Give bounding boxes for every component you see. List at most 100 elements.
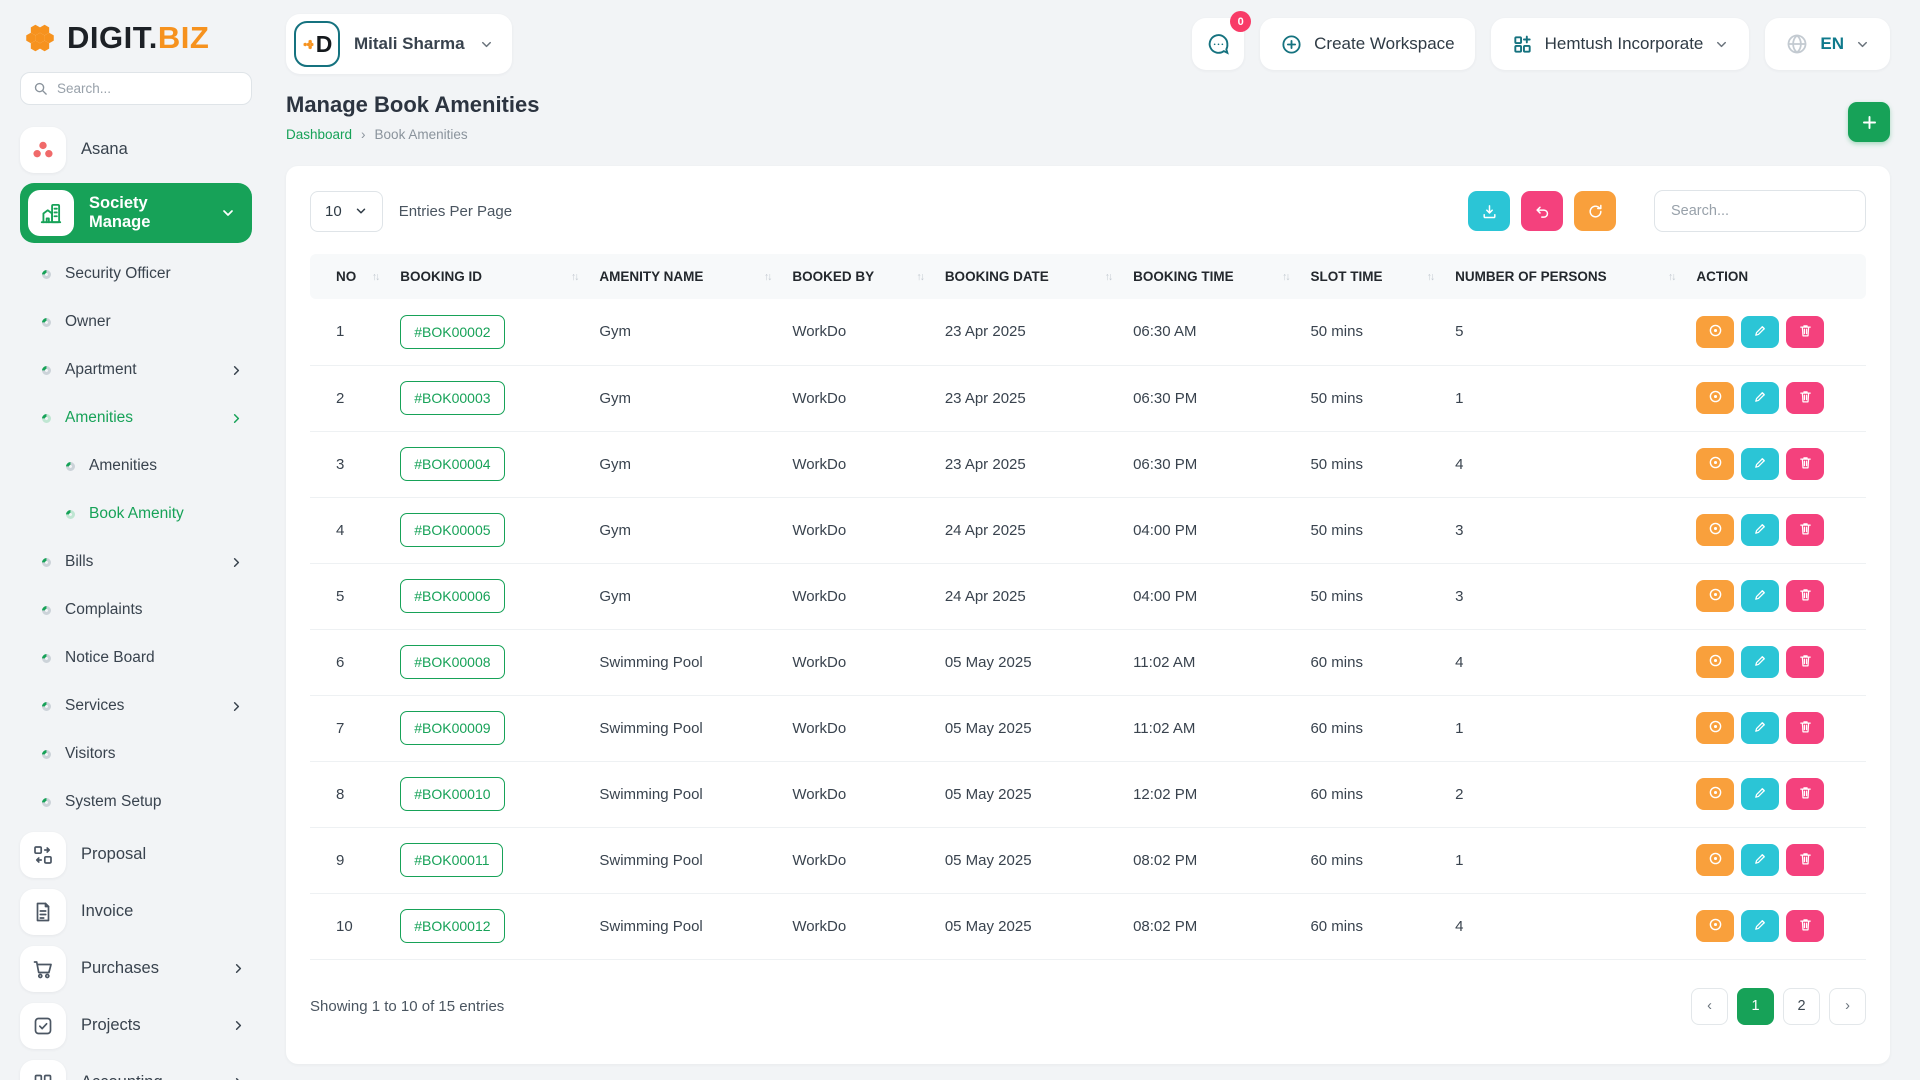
sidebar-item-bills[interactable]: Bills bbox=[20, 538, 252, 586]
delete-button[interactable] bbox=[1786, 514, 1824, 546]
sidebar-item-notice-board[interactable]: Notice Board bbox=[20, 634, 252, 682]
view-button[interactable] bbox=[1696, 382, 1734, 414]
view-button[interactable] bbox=[1696, 316, 1734, 348]
sidebar-item-services[interactable]: Services bbox=[20, 682, 252, 730]
sort-icon[interactable]: ↑↓ bbox=[1668, 271, 1675, 283]
sidebar-item-book-amenity[interactable]: Book Amenity bbox=[20, 490, 252, 538]
sidebar-search-input[interactable] bbox=[57, 81, 239, 96]
delete-button[interactable] bbox=[1786, 580, 1824, 612]
sort-icon[interactable]: ↑↓ bbox=[1282, 271, 1289, 283]
sort-icon[interactable]: ↑↓ bbox=[372, 271, 379, 283]
view-button[interactable] bbox=[1696, 778, 1734, 810]
sidebar-group-society-manage[interactable]: Society Manage bbox=[20, 183, 252, 243]
booking-id-badge: #BOK00004 bbox=[400, 447, 504, 481]
table-row: 8 #BOK00010 Swimming Pool WorkDo 05 May … bbox=[310, 761, 1866, 827]
entries-per-page-label: Entries Per Page bbox=[399, 203, 512, 220]
column-header-booked-by[interactable]: BOOKED BY↑↓ bbox=[792, 254, 944, 299]
export-button[interactable] bbox=[1468, 191, 1510, 231]
app-logo[interactable]: DIGIT.BIZ bbox=[20, 16, 252, 70]
avatar: D bbox=[294, 21, 340, 67]
sort-icon[interactable]: ↑↓ bbox=[764, 271, 771, 283]
pagination-prev-button[interactable]: ‹ bbox=[1691, 988, 1728, 1025]
delete-button[interactable] bbox=[1786, 448, 1824, 480]
pagination-page-1[interactable]: 1 bbox=[1737, 988, 1774, 1025]
plus-icon bbox=[1860, 113, 1879, 132]
delete-button[interactable] bbox=[1786, 910, 1824, 942]
sidebar-item-purchases[interactable]: Purchases bbox=[20, 940, 252, 997]
edit-button[interactable] bbox=[1741, 844, 1779, 876]
sidebar-item-accounting[interactable]: Accounting bbox=[20, 1054, 252, 1080]
entries-per-page-select[interactable]: 10 bbox=[310, 191, 383, 232]
table-search-input[interactable] bbox=[1654, 190, 1866, 232]
messages-button[interactable]: 0 bbox=[1192, 18, 1244, 70]
pagination-page-2[interactable]: 2 bbox=[1783, 988, 1820, 1025]
pencil-icon bbox=[1753, 851, 1768, 869]
column-header-amenity-name[interactable]: AMENITY NAME↑↓ bbox=[599, 254, 792, 299]
column-header-booking-id[interactable]: BOOKING ID↑↓ bbox=[400, 254, 599, 299]
delete-button[interactable] bbox=[1786, 844, 1824, 876]
edit-button[interactable] bbox=[1741, 910, 1779, 942]
column-header-slot-time[interactable]: SLOT TIME↑↓ bbox=[1310, 254, 1455, 299]
view-button[interactable] bbox=[1696, 580, 1734, 612]
sort-icon[interactable]: ↑↓ bbox=[916, 271, 923, 283]
cell-no: 4 bbox=[310, 497, 400, 563]
cell-no: 9 bbox=[310, 827, 400, 893]
workspace-switcher[interactable]: Hemtush Incorporate bbox=[1491, 18, 1750, 70]
edit-button[interactable] bbox=[1741, 580, 1779, 612]
undo-button[interactable] bbox=[1521, 191, 1563, 231]
pagination-next-button[interactable]: › bbox=[1829, 988, 1866, 1025]
delete-button[interactable] bbox=[1786, 712, 1824, 744]
column-header-action[interactable]: ACTION bbox=[1696, 254, 1866, 299]
view-button[interactable] bbox=[1696, 712, 1734, 744]
column-header-no[interactable]: NO↑↓ bbox=[310, 254, 400, 299]
sort-icon[interactable]: ↑↓ bbox=[571, 271, 578, 283]
sidebar-item-complaints[interactable]: Complaints bbox=[20, 586, 252, 634]
edit-button[interactable] bbox=[1741, 382, 1779, 414]
refresh-button[interactable] bbox=[1574, 191, 1616, 231]
sort-icon[interactable]: ↑↓ bbox=[1105, 271, 1112, 283]
bullet-ring-icon bbox=[40, 364, 53, 377]
delete-button[interactable] bbox=[1786, 646, 1824, 678]
delete-button[interactable] bbox=[1786, 778, 1824, 810]
cell-booking-date: 23 Apr 2025 bbox=[945, 299, 1133, 365]
sidebar-item-label: Accounting bbox=[81, 1073, 163, 1080]
cell-booking-date: 24 Apr 2025 bbox=[945, 497, 1133, 563]
column-header-number-of-persons[interactable]: NUMBER OF PERSONS↑↓ bbox=[1455, 254, 1696, 299]
view-button[interactable] bbox=[1696, 448, 1734, 480]
view-button[interactable] bbox=[1696, 646, 1734, 678]
column-header-booking-time[interactable]: BOOKING TIME↑↓ bbox=[1133, 254, 1310, 299]
sidebar-item-owner[interactable]: Owner bbox=[20, 298, 252, 346]
edit-button[interactable] bbox=[1741, 646, 1779, 678]
sidebar-item-system-setup[interactable]: System Setup bbox=[20, 778, 252, 826]
edit-button[interactable] bbox=[1741, 316, 1779, 348]
view-button[interactable] bbox=[1696, 844, 1734, 876]
edit-button[interactable] bbox=[1741, 514, 1779, 546]
sidebar-item-apartment[interactable]: Apartment bbox=[20, 346, 252, 394]
sidebar-item-invoice[interactable]: Invoice bbox=[20, 883, 252, 940]
cell-booking-time: 08:02 PM bbox=[1133, 827, 1310, 893]
edit-button[interactable] bbox=[1741, 448, 1779, 480]
sidebar-item-amenities[interactable]: Amenities bbox=[20, 394, 252, 442]
breadcrumb-dashboard-link[interactable]: Dashboard bbox=[286, 127, 352, 142]
cell-slot-time: 60 mins bbox=[1310, 827, 1455, 893]
column-header-booking-date[interactable]: BOOKING DATE↑↓ bbox=[945, 254, 1133, 299]
language-selector[interactable]: EN bbox=[1765, 18, 1890, 70]
sidebar-item-proposal[interactable]: Proposal bbox=[20, 826, 252, 883]
add-booking-button[interactable] bbox=[1848, 102, 1890, 142]
edit-button[interactable] bbox=[1741, 778, 1779, 810]
trash-icon bbox=[1798, 455, 1813, 473]
sidebar-item-amenities[interactable]: Amenities bbox=[20, 442, 252, 490]
edit-button[interactable] bbox=[1741, 712, 1779, 744]
sidebar-item-security-officer[interactable]: Security Officer bbox=[20, 250, 252, 298]
user-menu[interactable]: D Mitali Sharma bbox=[286, 14, 512, 74]
sidebar-item-asana[interactable]: Asana bbox=[20, 121, 252, 178]
accounting-icon bbox=[20, 1060, 66, 1080]
sidebar-item-projects[interactable]: Projects bbox=[20, 997, 252, 1054]
view-button[interactable] bbox=[1696, 514, 1734, 546]
sidebar-item-visitors[interactable]: Visitors bbox=[20, 730, 252, 778]
delete-button[interactable] bbox=[1786, 316, 1824, 348]
sort-icon[interactable]: ↑↓ bbox=[1427, 271, 1434, 283]
create-workspace-button[interactable]: Create Workspace bbox=[1260, 18, 1474, 70]
view-button[interactable] bbox=[1696, 910, 1734, 942]
delete-button[interactable] bbox=[1786, 382, 1824, 414]
